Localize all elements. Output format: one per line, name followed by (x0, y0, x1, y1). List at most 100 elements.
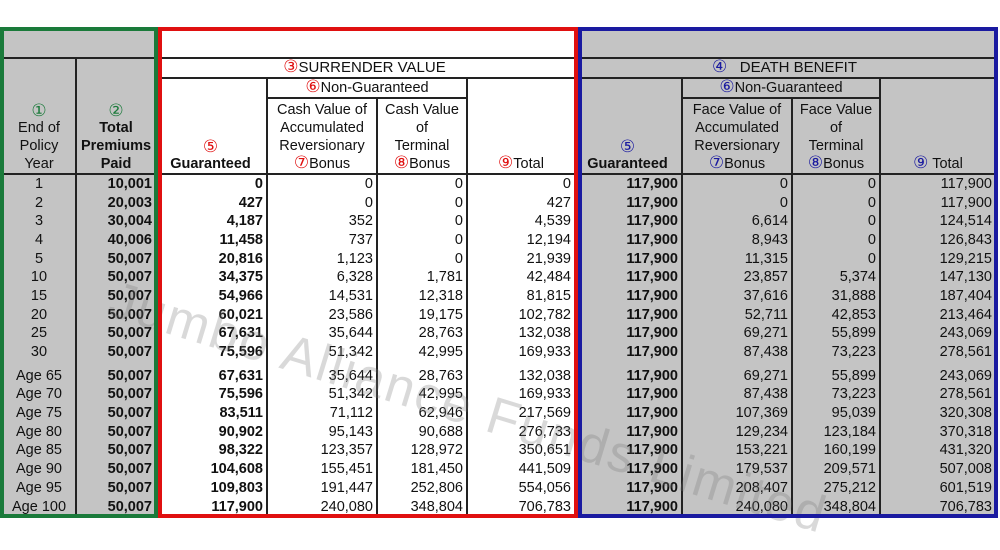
table-row: 3 30,004 4,187 352 0 4,539 117,900 6,614 0 124,51… (3, 212, 995, 232)
sv-non-guaranteed-header: ⑥Non-Guaranteed (266, 77, 467, 99)
cell-sv-rev-bonus: 51,342 (266, 385, 377, 405)
cell-db-total: 126,843 (879, 231, 995, 250)
cell-db-guaranteed: 117,900 (574, 497, 682, 517)
cell-db-face-term-bonus: 275,212 (791, 479, 880, 498)
cell-premiums-paid: 50,007 (75, 305, 155, 325)
header-line: Non-Guaranteed (320, 80, 429, 96)
cell-policy-year: 10 (3, 268, 76, 288)
death-benefit-title: DEATH BENEFIT (739, 59, 857, 76)
cell-db-face-rev-bonus: 69,271 (681, 324, 792, 344)
cell-sv-total: 441,509 (466, 460, 574, 479)
marker-6: ⑥ (719, 78, 735, 96)
cell-sv-rev-bonus: 0 (266, 193, 377, 213)
cell-db-face-rev-bonus: 208,407 (681, 479, 792, 498)
cell-db-face-term-bonus: 123,184 (791, 422, 880, 442)
cell-sv-rev-bonus: 240,080 (266, 497, 377, 517)
table-row: Age 90 50,007 104,608 155,451 181,450 441,509… (3, 460, 995, 479)
cell-db-face-rev-bonus: 240,080 (681, 497, 792, 517)
cell-premiums-paid: 50,007 (75, 366, 155, 386)
table-row: Age 65 50,007 67,631 35,644 28,763 132,038 117… (3, 366, 995, 386)
cell-db-guaranteed: 117,900 (574, 305, 682, 325)
marker-8: ⑧ (393, 153, 410, 172)
cell-sv-rev-bonus: 23,586 (266, 305, 377, 325)
table-row: Age 95 50,007 109,803 191,447 252,806 554,056… (3, 479, 995, 498)
cell-premiums-paid: 50,007 (75, 460, 155, 479)
cell-premiums-paid: 50,007 (75, 324, 155, 344)
cell-db-guaranteed: 117,900 (574, 441, 682, 461)
cell-policy-year: 2 (3, 193, 76, 213)
cell-sv-guaranteed: 54,966 (155, 287, 267, 306)
surrender-value-title: SURRENDER VALUE (298, 59, 446, 76)
cell-sv-term-bonus: 12,318 (376, 287, 467, 306)
cell-policy-year: Age 95 (3, 479, 76, 498)
cell-sv-total: 81,815 (466, 287, 574, 306)
header-line: Cash Value of (276, 102, 367, 118)
cell-policy-year: 4 (3, 231, 76, 250)
cell-policy-year: 20 (3, 305, 76, 325)
cell-sv-total: 706,783 (466, 497, 574, 517)
cell-sv-total: 4,539 (466, 212, 574, 232)
cell-db-face-rev-bonus: 11,315 (681, 249, 792, 269)
cell-db-face-term-bonus: 0 (791, 249, 880, 269)
cell-db-guaranteed: 117,900 (574, 193, 682, 213)
header-line: Policy (19, 138, 59, 154)
cell-policy-year: Age 90 (3, 460, 76, 479)
cell-policy-year: 1 (3, 173, 76, 194)
cell-db-face-term-bonus: 0 (791, 231, 880, 250)
table-row: 15 50,007 54,966 14,531 12,318 81,815 117,900 3… (3, 287, 995, 306)
cell-db-face-term-bonus: 348,804 (791, 497, 880, 517)
cell-sv-term-bonus: 28,763 (376, 366, 467, 386)
header-line: Reversionary (279, 138, 365, 154)
header-line: Bonus (823, 156, 865, 172)
cell-sv-total: 427 (466, 193, 574, 213)
marker-9: ⑨ (913, 153, 929, 172)
marker-2: ② (108, 101, 124, 120)
cell-db-guaranteed: 117,900 (574, 343, 682, 362)
cell-db-face-term-bonus: 55,899 (791, 366, 880, 386)
cell-policy-year: 25 (3, 324, 76, 344)
cell-premiums-paid: 50,007 (75, 422, 155, 442)
cell-db-total: 124,514 (879, 212, 995, 232)
blank-header-death (574, 30, 995, 58)
cell-sv-guaranteed: 427 (155, 193, 267, 213)
table-row: 5 50,007 20,816 1,123 0 21,939 117,900 11,315 0 1… (3, 249, 995, 269)
cell-db-total: 243,069 (879, 366, 995, 386)
header-line: Accumulated (695, 120, 779, 136)
benefit-illustration-table: ① End of Policy Year ② Total Premiums Pa… (3, 30, 995, 517)
cell-sv-total: 276,733 (466, 422, 574, 442)
sv-guaranteed-header: ⑤ Guaranteed (155, 77, 267, 174)
table-row: Age 80 50,007 90,902 95,143 90,688 276,733 117… (3, 422, 995, 442)
header-line: Guaranteed (170, 156, 251, 172)
cell-premiums-paid: 20,003 (75, 193, 155, 213)
cell-db-face-term-bonus: 73,223 (791, 343, 880, 362)
header-line: End of (18, 120, 60, 136)
header-line: Bonus (409, 156, 451, 172)
cell-sv-total: 0 (466, 173, 574, 194)
header-line: Face Value of (692, 102, 782, 118)
header-line: Cash Value (385, 102, 459, 118)
policy-year-header: ① End of Policy Year (3, 57, 76, 174)
db-term-bonus-header: Face Value of Terminal ⑧Bonus (791, 98, 880, 174)
cell-sv-total: 169,933 (466, 385, 574, 405)
cell-sv-total: 132,038 (466, 366, 574, 386)
cell-db-face-term-bonus: 0 (791, 212, 880, 232)
cell-db-total: 117,900 (879, 173, 995, 194)
cell-db-guaranteed: 117,900 (574, 212, 682, 232)
cell-db-face-term-bonus: 31,888 (791, 287, 880, 306)
cell-policy-year: Age 100 (3, 497, 76, 517)
header-line: Total (99, 120, 133, 136)
cell-sv-guaranteed: 75,596 (155, 343, 267, 362)
cell-premiums-paid: 50,007 (75, 249, 155, 269)
cell-sv-term-bonus: 348,804 (376, 497, 467, 517)
cell-sv-rev-bonus: 0 (266, 173, 377, 194)
sv-term-bonus-header: Cash Value of Terminal ⑧Bonus (376, 98, 467, 174)
cell-sv-term-bonus: 252,806 (376, 479, 467, 498)
cell-sv-total: 554,056 (466, 479, 574, 498)
cell-db-face-term-bonus: 209,571 (791, 460, 880, 479)
cell-db-guaranteed: 117,900 (574, 249, 682, 269)
cell-sv-term-bonus: 0 (376, 249, 467, 269)
cell-db-total: 370,318 (879, 422, 995, 442)
cell-sv-guaranteed: 4,187 (155, 212, 267, 232)
cell-sv-guaranteed: 11,458 (155, 231, 267, 250)
cell-sv-rev-bonus: 155,451 (266, 460, 377, 479)
